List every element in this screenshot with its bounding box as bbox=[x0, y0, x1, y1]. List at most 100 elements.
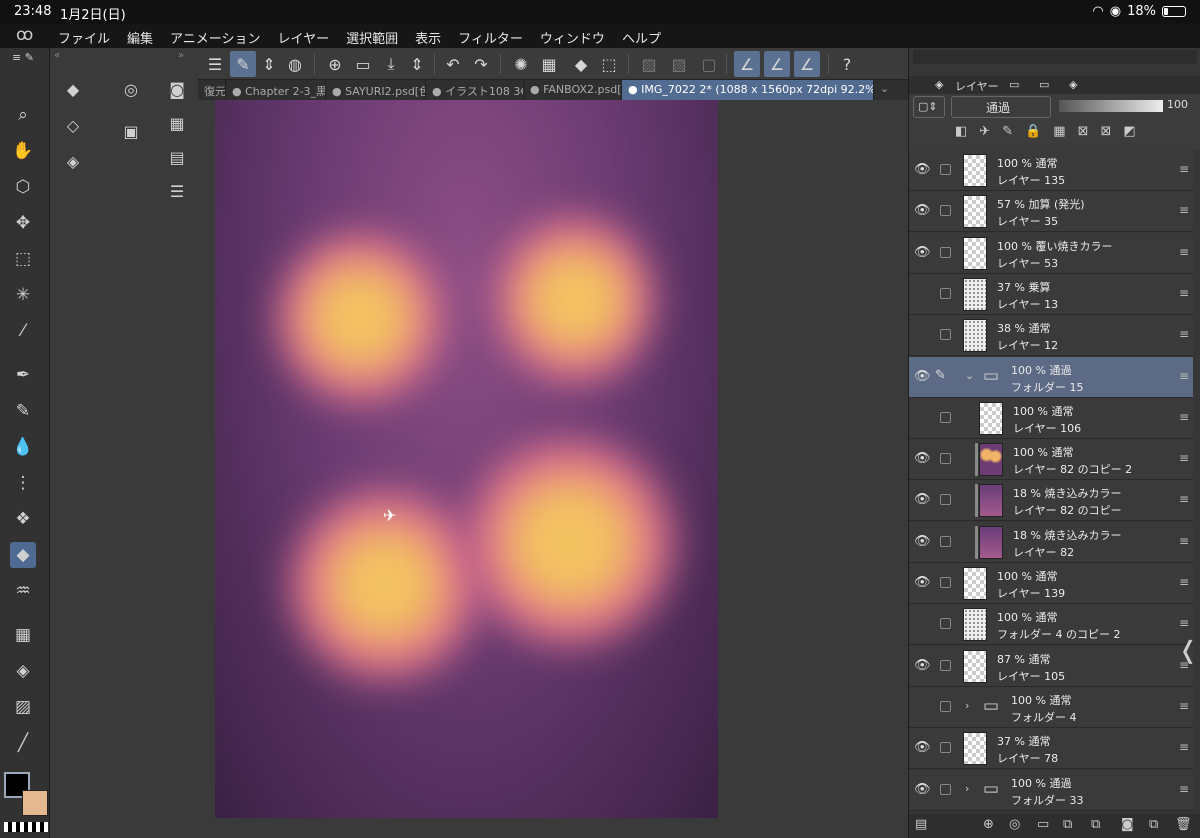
navigator-tab-icon[interactable]: ▭ bbox=[1039, 78, 1049, 91]
menu-item-6[interactable]: フィルター bbox=[458, 28, 523, 47]
timeline-icon[interactable]: ▤ bbox=[164, 144, 190, 170]
layer-checkbox[interactable] bbox=[940, 783, 951, 795]
drag-handle-icon[interactable]: ≡ bbox=[1179, 782, 1189, 796]
layer-checkbox[interactable] bbox=[940, 742, 951, 754]
eye-icon[interactable]: 👁 bbox=[914, 575, 931, 590]
eye-icon[interactable]: 👁 bbox=[914, 245, 931, 260]
eye-icon[interactable]: 👁 bbox=[914, 492, 931, 507]
layer-tab-icon[interactable]: ◈ bbox=[935, 78, 943, 91]
hand-tool-icon[interactable]: ✋ bbox=[10, 138, 36, 164]
drag-handle-icon[interactable]: ≡ bbox=[1179, 740, 1189, 754]
menu-item-4[interactable]: 選択範囲 bbox=[346, 28, 398, 47]
drag-handle-icon[interactable]: ≡ bbox=[1179, 451, 1189, 465]
help-icon[interactable]: ? bbox=[834, 51, 860, 77]
draft-icon[interactable]: ✎ bbox=[1002, 124, 1013, 139]
layer-row[interactable]: 👁 100 % 通常 レイヤー 82 のコピー 2 ≡ bbox=[909, 439, 1193, 481]
layer-row[interactable]: 👁 57 % 加算 (発光) レイヤー 35 ≡ bbox=[909, 191, 1193, 233]
menu-item-3[interactable]: レイヤー bbox=[278, 28, 330, 47]
eye-icon[interactable]: 👁 bbox=[914, 203, 931, 218]
menu-item-7[interactable]: ウィンドウ bbox=[540, 28, 605, 47]
undo-icon[interactable]: ↶ bbox=[440, 51, 466, 77]
layer-search-tab-icon[interactable]: ▭ bbox=[1009, 78, 1019, 91]
deselect-icon[interactable]: ▨ bbox=[636, 51, 662, 77]
layer-checkbox[interactable] bbox=[940, 329, 951, 341]
subtool-collapse-icon[interactable]: « bbox=[54, 50, 60, 61]
drag-handle-icon[interactable]: ≡ bbox=[1179, 575, 1189, 589]
object-tool-icon[interactable]: ⬡ bbox=[10, 174, 36, 200]
tab-img7022[interactable]: ● IMG_7022 2* (1088 x 1560px 72dpi 92.2%… bbox=[622, 80, 874, 100]
new-canvas-icon[interactable]: ⊕ bbox=[322, 51, 348, 77]
transform-icon[interactable]: ⬚ bbox=[596, 51, 622, 77]
airbrush-tool-icon[interactable]: ⋮ bbox=[10, 470, 36, 496]
eye-icon[interactable]: 👁 bbox=[914, 369, 931, 384]
drag-handle-icon[interactable]: ≡ bbox=[1179, 286, 1189, 300]
layer-row[interactable]: 👁 18 % 焼き込みカラー レイヤー 82 のコピー ≡ bbox=[909, 480, 1193, 522]
tab-chapter[interactable]: ● Chapter 2-3_黒 bbox=[226, 80, 326, 100]
drag-handle-icon[interactable]: ≡ bbox=[1179, 616, 1189, 630]
ruler-icon[interactable]: ⊠ bbox=[1101, 124, 1112, 139]
drag-handle-icon[interactable]: ≡ bbox=[1179, 699, 1189, 713]
clip-studio-icon[interactable]: ◍ bbox=[282, 51, 308, 77]
ruler-snap-icon[interactable]: ∠ bbox=[734, 51, 760, 77]
delete-layer-icon[interactable]: 🗑 bbox=[1175, 817, 1192, 832]
eraser-hard-icon[interactable]: ◆ bbox=[60, 76, 86, 102]
subtool-expand-icon[interactable]: » bbox=[178, 50, 184, 61]
sub-view-icon[interactable]: ▣ bbox=[118, 118, 144, 144]
line-tool-icon[interactable]: ╱ bbox=[10, 730, 36, 756]
gradient-tool-icon[interactable]: ▨ bbox=[10, 694, 36, 720]
crop-icon[interactable]: ▢ bbox=[696, 51, 722, 77]
eye-icon[interactable]: 👁 bbox=[914, 534, 931, 549]
drag-handle-icon[interactable]: ≡ bbox=[1179, 492, 1189, 506]
layer-row[interactable]: 👁 87 % 通常 レイヤー 105 ≡ bbox=[909, 645, 1193, 687]
tab-fanbox[interactable]: ● FANBOX2.psd[ bbox=[524, 80, 622, 100]
save-options-icon[interactable]: ⇕ bbox=[404, 51, 430, 77]
clip-icon[interactable]: ◧ bbox=[955, 124, 967, 139]
layer-checkbox[interactable] bbox=[940, 659, 951, 671]
drag-handle-icon[interactable]: ≡ bbox=[1179, 410, 1189, 424]
layer-tab-label[interactable]: レイヤー bbox=[955, 78, 999, 94]
layer-row[interactable]: 👁 18 % 焼き込みカラー レイヤー 82 ≡ bbox=[909, 521, 1193, 563]
blend-tool-icon[interactable]: ♒ bbox=[10, 578, 36, 604]
opacity-slider[interactable] bbox=[1059, 100, 1163, 112]
menu-item-0[interactable]: ファイル bbox=[58, 28, 110, 47]
layer-checkbox[interactable] bbox=[940, 411, 951, 423]
layer-mask-icon[interactable]: ◙ bbox=[1121, 817, 1134, 832]
apply-mask-icon[interactable]: ⧉ bbox=[1149, 817, 1158, 832]
layer-row[interactable]: · 100 % 通常レイヤー 106 ≡ bbox=[909, 397, 1193, 439]
layer-row[interactable]: 👁 100 % 覆い焼きカラー レイヤー 53 ≡ bbox=[909, 232, 1193, 274]
layer-row[interactable]: · › ▭ 100 % 通常フォルダー 4 ≡ bbox=[909, 686, 1193, 728]
tabs-more-icon[interactable]: ⌄ bbox=[880, 82, 889, 95]
layer-property-icon[interactable]: ◙ bbox=[164, 76, 190, 102]
navigator-icon[interactable]: ◎ bbox=[118, 76, 144, 102]
eye-icon[interactable]: 👁 bbox=[914, 451, 931, 466]
layer-row[interactable]: 👁 100 % 通常 レイヤー 135 ≡ bbox=[909, 150, 1193, 191]
opacity-value[interactable]: 100 bbox=[1167, 98, 1188, 111]
redo-icon[interactable]: ↷ bbox=[468, 51, 494, 77]
layer-row[interactable]: · 37 % 乗算レイヤー 13 ≡ bbox=[909, 273, 1193, 315]
combine-down-icon[interactable]: ⧉ bbox=[1091, 817, 1100, 832]
palette-menu-icon[interactable]: ≡ ✎ bbox=[10, 50, 36, 64]
sub-color-swatch[interactable] bbox=[22, 790, 48, 816]
new-folder-icon[interactable]: ▭ bbox=[1037, 817, 1049, 832]
magic-wand-icon[interactable]: ✳ bbox=[10, 282, 36, 308]
layer-checkbox[interactable] bbox=[940, 453, 951, 465]
menu-item-8[interactable]: ヘルプ bbox=[622, 28, 661, 47]
layer-checkbox[interactable] bbox=[940, 164, 951, 175]
material-icon[interactable]: ▦ bbox=[164, 110, 190, 136]
drag-handle-icon[interactable]: ≡ bbox=[1179, 327, 1189, 341]
decoration-tool-icon[interactable]: ❖ bbox=[10, 506, 36, 532]
save-icon[interactable]: ⤓ bbox=[378, 51, 404, 77]
layer-row[interactable]: ·100 % スクリーンレイヤー 279 のコピー 2≡ bbox=[909, 810, 1193, 812]
menu-item-5[interactable]: 表示 bbox=[415, 28, 441, 47]
layer-row[interactable]: · 100 % 通常フォルダー 4 のコピー 2 ≡ bbox=[909, 604, 1193, 646]
blend-mode-select[interactable]: 通過 bbox=[951, 96, 1051, 118]
eye-icon[interactable]: 👁 bbox=[914, 658, 931, 673]
layer-row[interactable]: · 38 % 通常レイヤー 12 ≡ bbox=[909, 315, 1193, 357]
eye-off-icon[interactable]: · bbox=[914, 616, 918, 631]
loading-icon[interactable]: ✺ bbox=[508, 51, 534, 77]
grid-snap-icon[interactable]: ∠ bbox=[794, 51, 820, 77]
zoom-tool-icon[interactable]: ⌕ bbox=[10, 102, 36, 128]
layer-row[interactable]: 👁 37 % 通常 レイヤー 78 ≡ bbox=[909, 728, 1193, 770]
fill-icon[interactable]: ◆ bbox=[568, 51, 594, 77]
layer-checkbox[interactable] bbox=[940, 700, 951, 712]
